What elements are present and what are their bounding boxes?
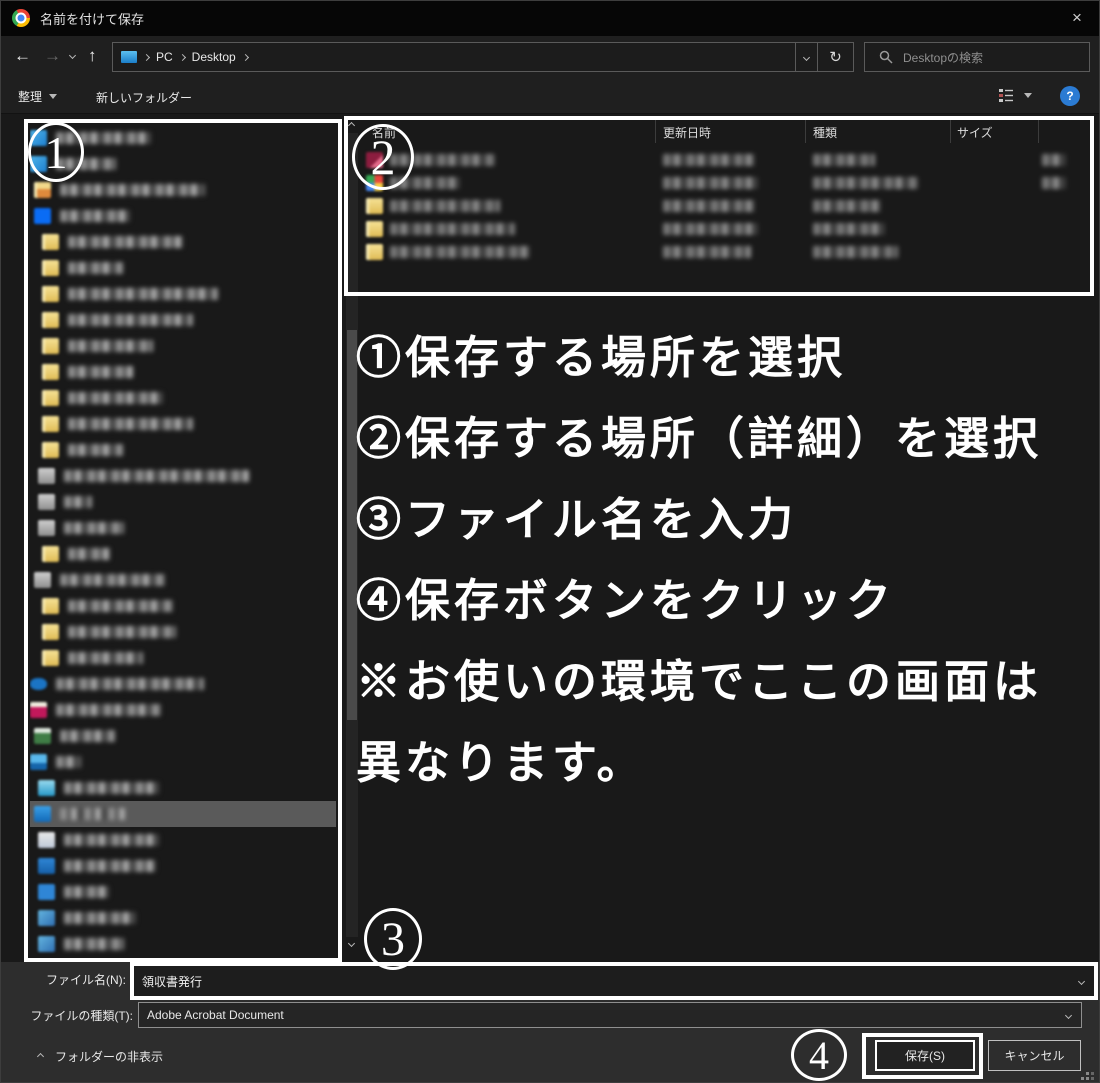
up-button[interactable]: ↑ (88, 47, 97, 64)
resize-grip-icon[interactable] (1086, 1072, 1089, 1075)
instruction-line-4: ④保存ボタンをクリック (356, 561, 1100, 642)
chevron-down-icon[interactable] (1078, 977, 1085, 984)
save-button[interactable]: 保存(S) (875, 1040, 975, 1071)
file-name-input[interactable] (134, 973, 1079, 989)
cancel-button[interactable]: キャンセル (988, 1040, 1081, 1071)
title-bar: 名前を付けて保存 × (0, 0, 1100, 36)
hide-folders-button[interactable]: フォルダーの非表示 (38, 1048, 163, 1065)
instruction-text: ①保存する場所を選択 ②保存する場所（詳細）を選択 ③ファイル名を入力 ④保存ボ… (356, 318, 1100, 804)
chevron-down-icon (49, 94, 57, 99)
file-name-combo[interactable] (134, 966, 1094, 996)
instruction-line-2: ②保存する場所（詳細）を選択 (356, 399, 1100, 480)
annotation-circle-4: 4 (791, 1029, 847, 1081)
pc-icon (121, 51, 137, 63)
file-name-label: ファイル名(N): (10, 971, 126, 988)
chevron-up-icon (37, 1053, 44, 1060)
file-type-label: ファイルの種類(T): (10, 1007, 133, 1024)
file-type-select[interactable]: Adobe Acrobat Document (138, 1002, 1082, 1028)
close-button[interactable]: × (1054, 0, 1100, 36)
breadcrumb-separator-icon (179, 53, 186, 60)
help-button[interactable]: ? (1060, 86, 1080, 106)
command-bar: 整理 新しいフォルダー ? (0, 78, 1100, 114)
organize-button[interactable]: 整理 (18, 88, 57, 105)
annotation-box-2 (344, 116, 1094, 296)
breadcrumb-separator-icon (242, 53, 249, 60)
annotation-circle-1: 1 (28, 122, 84, 182)
view-options-button[interactable] (998, 87, 1032, 103)
annotation-circle-3: 3 (364, 908, 422, 970)
list-view-icon (998, 87, 1014, 103)
address-dropdown-button[interactable] (795, 43, 817, 71)
instruction-line-6: 異なります。 (356, 723, 1100, 804)
breadcrumb-desktop[interactable]: Desktop (192, 50, 236, 64)
breadcrumb: PC Desktop (113, 43, 795, 71)
organize-label: 整理 (18, 88, 42, 105)
address-bar[interactable]: PC Desktop ↻ (112, 42, 854, 72)
annotation-circle-2: 2 (352, 124, 414, 190)
hide-folders-label: フォルダーの非表示 (55, 1048, 163, 1065)
search-icon (879, 50, 893, 64)
chevron-down-icon (1024, 93, 1032, 98)
back-button[interactable]: ← (14, 47, 31, 64)
search-box[interactable]: Desktopの検索 (864, 42, 1090, 72)
annotation-box-1 (24, 119, 342, 962)
forward-button[interactable]: → (44, 47, 61, 64)
history-dropdown-icon[interactable] (69, 52, 76, 59)
file-type-value: Adobe Acrobat Document (147, 1008, 1066, 1022)
navigation-bar: ← → ↑ PC Desktop ↻ Desktopの検索 (0, 36, 1100, 78)
breadcrumb-separator-icon (143, 53, 150, 60)
chevron-down-icon (1065, 1011, 1072, 1018)
instruction-line-1: ①保存する場所を選択 (356, 318, 1100, 399)
instruction-line-3: ③ファイル名を入力 (356, 480, 1100, 561)
instruction-line-5: ※お使いの環境でここの画面は (356, 642, 1100, 723)
new-folder-button[interactable]: 新しいフォルダー (96, 89, 192, 106)
window-title: 名前を付けて保存 (40, 9, 144, 28)
search-input[interactable]: Desktopの検索 (903, 49, 983, 66)
chrome-icon (12, 9, 30, 27)
annotation-box-3 (130, 962, 1098, 1000)
refresh-button[interactable]: ↻ (817, 43, 853, 71)
breadcrumb-pc[interactable]: PC (156, 50, 173, 64)
